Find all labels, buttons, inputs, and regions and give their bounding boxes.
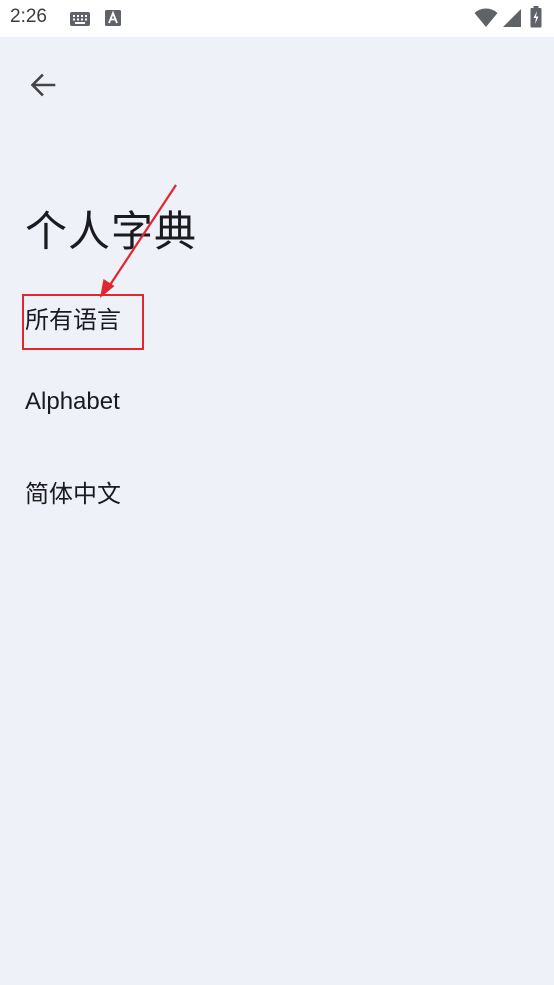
keyboard-icon: [70, 11, 90, 30]
wifi-icon: [474, 8, 498, 32]
arrow-left-icon: [29, 71, 57, 103]
back-button[interactable]: [20, 64, 66, 110]
status-bar: 2:26: [0, 0, 554, 37]
page-title: 个人字典: [25, 207, 198, 256]
signal-icon: [502, 8, 522, 32]
status-time: 2:26: [10, 6, 47, 27]
list-item-simplified-chinese[interactable]: 简体中文: [0, 449, 554, 529]
list-item-label: Alphabet: [25, 388, 120, 415]
list-item-label: 所有语言: [25, 306, 121, 334]
list-item-alphabet[interactable]: Alphabet: [0, 362, 554, 442]
battery-icon: [530, 6, 542, 32]
list-item-all-languages[interactable]: 所有语言: [0, 276, 554, 356]
list-item-label: 简体中文: [25, 480, 121, 508]
text-a-icon: [105, 10, 121, 30]
